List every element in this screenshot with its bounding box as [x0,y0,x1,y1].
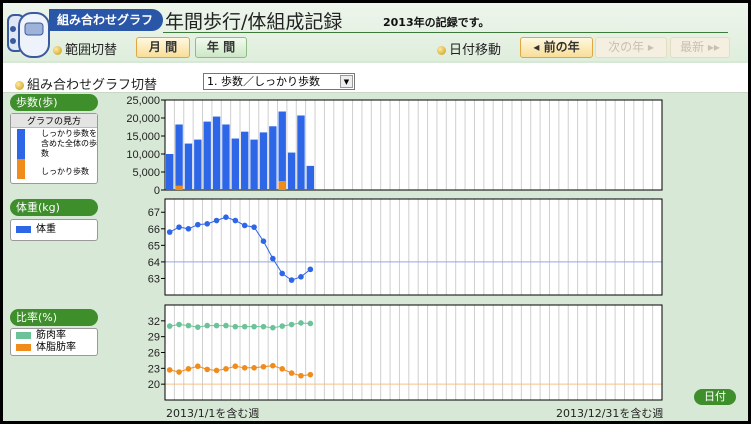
data-point [260,238,267,245]
firm-steps-bar [175,185,183,190]
data-point [307,371,314,378]
steps-bar [241,131,249,190]
data-point [166,229,173,235]
data-point [241,323,248,330]
data-point [176,321,182,328]
steps-bar [175,124,183,190]
data-point [260,363,267,370]
data-point [307,266,314,273]
y-tick-label: 65 [148,240,160,252]
steps-bar [203,121,211,190]
data-point [232,323,239,330]
data-point [288,370,295,376]
steps-bar [297,115,305,190]
data-point [260,323,267,330]
steps-bar [212,116,221,190]
y-tick-label: 29 [148,332,160,344]
x-start-label: 2013/1/1を含む週 [166,407,260,420]
data-point [195,221,201,228]
data-point [298,372,304,379]
data-point [241,365,248,371]
y-tick-label: 15,000 [126,131,160,143]
data-point [176,369,182,375]
steps-bar [287,152,296,190]
data-point [279,323,286,329]
data-point [185,322,192,329]
y-tick-label: 20,000 [126,113,160,125]
app-window: 組み合わせグラフ 年間歩行/体組成記録 2013年の記録です。 範囲切替 月 間… [3,3,748,421]
steps-bar [194,139,202,190]
data-point [241,222,248,229]
data-point [270,255,276,262]
data-point [176,224,182,230]
data-point [298,320,304,326]
y-tick-label: 63 [148,273,160,285]
y-tick-label: 5,000 [132,167,160,179]
steps-bar [184,143,193,190]
data-point [223,322,229,329]
data-point [232,217,239,224]
data-point [251,365,257,371]
data-point [232,363,239,370]
y-tick-label: 10,000 [126,149,160,161]
charts: 0 5,000 10,000 15,000 20,000 25,000 63 64 65 66 67… [126,95,663,401]
steps-bar [250,139,258,190]
data-point [270,362,276,369]
data-point [288,321,295,328]
x-end-label: 2013/12/31を含む週 [556,407,664,420]
y-tick-label: 64 [148,257,160,269]
data-point [279,270,286,277]
y-tick-label: 67 [148,207,160,219]
steps-bar [222,124,230,190]
y-tick-label: 23 [148,363,160,375]
date-button[interactable]: 日付 [694,389,736,405]
y-tick-label: 66 [148,224,160,236]
firm-steps-bar [278,181,286,190]
data-point [204,366,210,373]
data-point [307,320,314,327]
data-point [223,214,229,221]
data-point [251,323,257,330]
steps-bar [166,154,174,190]
data-point [288,277,295,283]
data-point [270,324,276,331]
steps-bar [231,138,240,190]
data-point [166,367,173,373]
data-point [166,323,173,329]
data-point [185,366,192,372]
y-tick-label: 20 [148,379,160,391]
data-point [213,217,220,224]
data-point [223,366,229,372]
steps-bar [306,165,315,190]
data-point [213,367,220,374]
data-point [298,273,304,280]
data-point [279,366,286,372]
y-tick-label: 25,000 [126,95,160,107]
steps-bar [269,126,277,190]
data-point [195,363,201,370]
steps-bar [278,111,286,190]
data-point [185,225,192,232]
data-point [204,221,210,227]
data-point [213,322,220,329]
y-tick-label: 0 [154,185,160,197]
data-point [251,224,257,230]
y-tick-label: 32 [148,316,160,328]
data-point [195,324,201,330]
data-point [204,322,210,329]
steps-bar [259,132,268,190]
y-tick-label: 26 [148,348,160,360]
